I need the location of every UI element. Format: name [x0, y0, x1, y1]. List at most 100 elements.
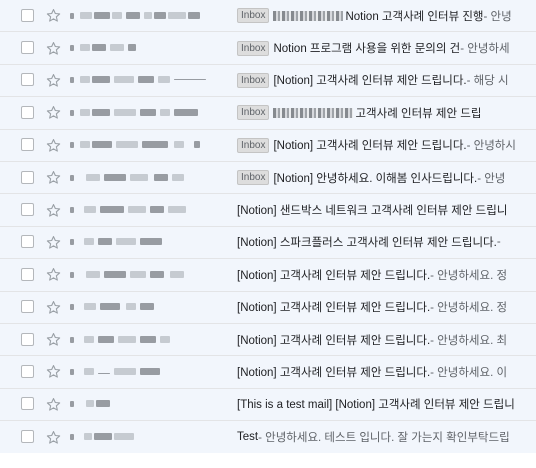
sender-redacted: [70, 42, 220, 54]
mail-row[interactable]: [Notion] 샌드박스 네트워크 고객사례 인터뷰 제안 드립니: [0, 194, 536, 227]
mail-content[interactable]: Inbox Notion 프로그램 사용을 위한 문의의 건 - 안녕하세: [237, 32, 510, 63]
checkbox-icon[interactable]: [21, 170, 34, 184]
mail-content[interactable]: [Notion] 샌드박스 네트워크 고객사례 인터뷰 제안 드립니: [237, 194, 507, 225]
mail-subject: [Notion] 고객사례 인터뷰 제안 드립니다.: [237, 366, 431, 379]
star-icon[interactable]: [44, 71, 62, 89]
inbox-badge: Inbox: [237, 72, 270, 88]
checkbox-icon[interactable]: [21, 105, 34, 119]
mail-content[interactable]: Inbox [Notion] 안녕하세요. 이해봄 인사드립니다. - 안녕: [237, 162, 505, 193]
sender-redacted: [70, 204, 220, 216]
mail-content[interactable]: [Notion] 고객사례 인터뷰 제안 드립니다. - 안녕하세요. 정: [237, 259, 507, 290]
star-icon[interactable]: [44, 104, 62, 122]
sender-redacted: [70, 334, 220, 346]
mail-row[interactable]: [Notion] 고객사례 인터뷰 제안 드립니다. - 안녕하세요. 이: [0, 356, 536, 389]
mail-subject: [Notion] 샌드박스 네트워크 고객사례 인터뷰 제안 드립니: [237, 205, 508, 218]
mail-snippet: - 안녕하세: [460, 43, 510, 56]
sender-redacted: [70, 74, 220, 86]
checkbox-icon[interactable]: [21, 397, 34, 411]
inbox-badge: Inbox: [237, 105, 270, 121]
star-icon[interactable]: [44, 395, 62, 413]
mail-snippet: - 해당 시: [466, 75, 509, 88]
mail-list: Inbox Notion 고객사례 인터뷰 진행 - 안녕 Inbox Noti…: [0, 0, 536, 468]
mail-row[interactable]: [Notion] 고객사례 인터뷰 제안 드립니다. - 안녕하세요. 정: [0, 291, 536, 324]
checkbox-icon[interactable]: [21, 8, 34, 22]
mail-content[interactable]: Inbox [Notion] 고객사례 인터뷰 제안 드립니다. - 해당 시: [237, 65, 509, 96]
star-icon[interactable]: [44, 428, 62, 446]
star-icon[interactable]: [44, 233, 62, 251]
checkbox-icon[interactable]: [21, 364, 34, 378]
inbox-badge: Inbox: [237, 170, 270, 186]
inbox-badge: Inbox: [237, 8, 270, 24]
sender-redacted: [70, 301, 220, 313]
sender-redacted: [70, 10, 220, 22]
checkbox-icon[interactable]: [21, 73, 34, 87]
checkbox-icon[interactable]: [21, 430, 34, 444]
star-icon[interactable]: [44, 331, 62, 349]
star-icon[interactable]: [44, 363, 62, 381]
mail-snippet: - 안녕하세요. 이: [430, 366, 508, 379]
mail-subject: [Notion] 스파크플러스 고객사례 인터뷰 제안 드립니다.: [237, 237, 497, 250]
mail-snippet: - 안녕하세요. 최: [430, 334, 508, 347]
star-icon[interactable]: [44, 136, 62, 154]
inbox-badge: Inbox: [237, 137, 270, 153]
mail-content[interactable]: Inbox Notion 고객사례 인터뷰 진행 - 안녕: [237, 0, 512, 31]
checkbox-icon[interactable]: [21, 203, 34, 217]
checkbox-icon[interactable]: [21, 332, 34, 346]
star-icon[interactable]: [44, 298, 62, 316]
mail-subject: Notion 프로그램 사용을 위한 문의의 건: [273, 43, 461, 56]
mail-snippet: - 안녕하시: [466, 140, 516, 153]
mail-subject: [Notion] 안녕하세요. 이해봄 인사드립니다.: [273, 172, 478, 185]
star-icon[interactable]: [44, 201, 62, 219]
mail-subject: [This is a test mail] [Notion] 고객사례 인터뷰 …: [237, 399, 515, 412]
redacted-text: [273, 107, 354, 118]
mail-subject: [Notion] 고객사례 인터뷰 제안 드립니다.: [273, 140, 467, 153]
checkbox-icon[interactable]: [21, 267, 34, 281]
checkbox-icon[interactable]: [21, 300, 34, 314]
sender-redacted: [70, 431, 220, 443]
mail-subject: [Notion] 고객사례 인터뷰 제안 드립니다.: [237, 302, 431, 315]
mail-content[interactable]: [Notion] 스파크플러스 고객사례 인터뷰 제안 드립니다. -: [237, 227, 501, 258]
sender-redacted: [70, 107, 220, 119]
mail-content[interactable]: [Notion] 고객사례 인터뷰 제안 드립니다. - 안녕하세요. 정: [237, 292, 507, 323]
mail-subject: [Notion] 고객사례 인터뷰 제안 드립니다.: [237, 269, 431, 282]
mail-row[interactable]: [This is a test mail] [Notion] 고객사례 인터뷰 …: [0, 388, 536, 422]
sender-redacted: [70, 236, 220, 248]
mail-subject: Notion 고객사례 인터뷰 진행: [345, 10, 484, 23]
mail-row[interactable]: Inbox [Notion] 안녕하세요. 이해봄 인사드립니다. - 안녕: [0, 161, 536, 195]
mail-row[interactable]: Inbox [Notion] 고객사례 인터뷰 제안 드립니다. - 해당 시: [0, 64, 536, 98]
checkbox-icon[interactable]: [21, 138, 34, 152]
mail-content[interactable]: Inbox 고객사례 인터뷰 제안 드립: [237, 97, 481, 128]
mail-row[interactable]: Inbox 고객사례 인터뷰 제안 드립: [0, 97, 536, 130]
star-icon[interactable]: [44, 169, 62, 187]
mail-row[interactable]: [Notion] 고객사례 인터뷰 제안 드립니다. - 안녕하세요. 정: [0, 259, 536, 292]
star-icon[interactable]: [44, 39, 62, 57]
mail-content[interactable]: [Notion] 고객사례 인터뷰 제안 드립니다. - 안녕하세요. 이: [237, 356, 507, 387]
mail-snippet: - 안녕하세요. 테스트 입니다. 잘 가는지 확인부탁드립: [258, 432, 510, 445]
sender-redacted: [70, 398, 220, 410]
mail-subject: 고객사례 인터뷰 제안 드립: [355, 107, 482, 120]
sender-redacted: [70, 139, 220, 151]
mail-content[interactable]: Inbox [Notion] 고객사례 인터뷰 제안 드립니다. - 안녕하시: [237, 130, 516, 161]
mail-subject: Test: [237, 431, 259, 444]
checkbox-icon[interactable]: [21, 41, 34, 55]
sender-redacted: [70, 172, 220, 184]
mail-snippet: - 안녕: [483, 10, 512, 23]
mail-row[interactable]: Inbox [Notion] 고객사례 인터뷰 제안 드립니다. - 안녕하시: [0, 129, 536, 162]
mail-snippet: - 안녕하세요. 정: [430, 269, 508, 282]
mail-row[interactable]: Inbox Notion 고객사례 인터뷰 진행 - 안녕: [0, 0, 536, 33]
mail-row[interactable]: Inbox Notion 프로그램 사용을 위한 문의의 건 - 안녕하세: [0, 32, 536, 65]
mail-row[interactable]: [Notion] 고객사례 인터뷰 제안 드립니다. - 안녕하세요. 최: [0, 323, 536, 357]
sender-redacted: [70, 366, 220, 378]
star-icon[interactable]: [44, 7, 62, 25]
mail-snippet: -: [496, 236, 501, 249]
mail-content[interactable]: [Notion] 고객사례 인터뷰 제안 드립니다. - 안녕하세요. 최: [237, 324, 507, 355]
mail-content[interactable]: Test - 안녕하세요. 테스트 입니다. 잘 가는지 확인부탁드립: [237, 421, 510, 453]
redacted-text: [273, 10, 344, 21]
mail-snippet: - 안녕: [477, 172, 506, 185]
mail-row[interactable]: [Notion] 스파크플러스 고객사례 인터뷰 제안 드립니다. -: [0, 226, 536, 260]
mail-content[interactable]: [This is a test mail] [Notion] 고객사례 인터뷰 …: [237, 389, 515, 420]
star-icon[interactable]: [44, 266, 62, 284]
mail-subject: [Notion] 고객사례 인터뷰 제안 드립니다.: [237, 334, 431, 347]
checkbox-icon[interactable]: [21, 235, 34, 249]
mail-row[interactable]: Test - 안녕하세요. 테스트 입니다. 잘 가는지 확인부탁드립: [0, 421, 536, 454]
